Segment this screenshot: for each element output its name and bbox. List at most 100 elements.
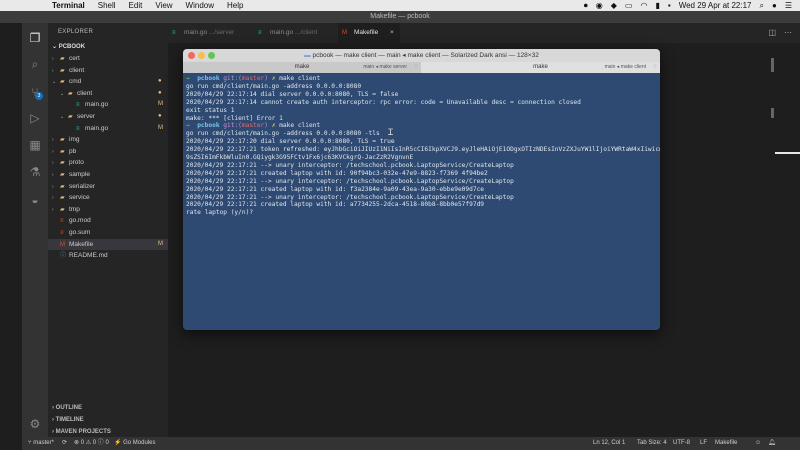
explorer-icon[interactable]: ❐ <box>26 29 44 47</box>
tree-item-main-go[interactable]: ≡ main.go M <box>48 123 168 134</box>
split-editor-icon[interactable]: ◫ <box>768 23 776 43</box>
prompt-branch: master <box>241 75 265 82</box>
tree-item-go-mod[interactable]: ≡ go.mod <box>48 215 168 226</box>
tree-item-client[interactable]: ⌄ ▰ client ● <box>48 88 168 99</box>
activity-spinner-icon: ◌ <box>414 64 418 70</box>
tree-item-proto[interactable]: › ▰ proto <box>48 157 168 168</box>
tree-item-client[interactable]: › ▰ client <box>48 65 168 76</box>
tree-item-label: server <box>77 113 96 120</box>
menu-shell[interactable]: Shell <box>98 1 116 10</box>
notifications-icon[interactable]: 🔔︎ <box>768 437 776 450</box>
tree-item-cmd[interactable]: ⌄ ▰ cmd ● <box>48 76 168 87</box>
file-encoding[interactable]: UTF-8 <box>673 437 690 450</box>
go-file-icon: ≡ <box>76 125 80 132</box>
git-status-mark: M <box>158 240 163 247</box>
close-icon[interactable]: × <box>390 29 394 36</box>
git-status-mark: M <box>158 101 163 108</box>
feedback-icon[interactable]: ☺ <box>755 437 761 450</box>
display-icon[interactable]: ▭ <box>625 1 633 10</box>
folder-icon: ▰ <box>60 195 65 202</box>
terminal-tab-client[interactable]: make main ◂ make client ◌ <box>421 62 660 73</box>
prompt-command: make client <box>279 75 321 82</box>
settings-gear-icon[interactable]: ⚙ <box>26 415 44 433</box>
go-modules-icon: ⚡ <box>114 440 124 446</box>
section-outline[interactable]: › OUTLINE <box>52 405 82 411</box>
go-file-icon: ≡ <box>76 102 80 109</box>
tab-server-main-go[interactable]: ≡ main.go .../server <box>168 23 254 43</box>
prompt-arrow-icon: → <box>186 75 198 82</box>
git-branch-status[interactable]: ⑂ master* <box>28 437 54 450</box>
tab-makefile[interactable]: M Makefile × <box>338 23 400 43</box>
language-mode[interactable]: Makefile <box>715 437 737 450</box>
go-modules-status[interactable]: ⚡ Go Modules <box>114 437 156 450</box>
section-maven[interactable]: › MAVEN PROJECTS <box>52 429 111 435</box>
tree-item-main-go[interactable]: ≡ main.go M <box>48 99 168 110</box>
app-icon[interactable]: ◉ <box>596 1 603 10</box>
tab-label: main.go <box>184 29 208 36</box>
cursor-position[interactable]: Ln 12, Col 1 <box>593 437 625 450</box>
tree-item-readme-md[interactable]: ⓘ README.md <box>48 250 168 261</box>
tree-item-serializer[interactable]: › ▰ serializer <box>48 181 168 192</box>
terminal-window[interactable]: ▬ pcbook — make client — main ◂ make cli… <box>183 49 660 330</box>
dropbox-icon[interactable]: ◆ <box>611 1 617 10</box>
menu-edit[interactable]: Edit <box>129 1 143 10</box>
menu-app-terminal[interactable]: Terminal <box>52 1 85 10</box>
error-count: 0 <box>80 440 85 446</box>
docker-icon[interactable]: ◒ <box>26 191 44 209</box>
section-timeline[interactable]: › TIMELINE <box>52 417 84 423</box>
menubar-datetime[interactable]: Wed 29 Apr at 22:17 <box>679 1 752 10</box>
run-debug-icon[interactable]: ▷ <box>26 109 44 127</box>
tree-item-label: Makefile <box>69 240 94 248</box>
more-actions-icon[interactable]: ⋯ <box>784 23 792 43</box>
tree-item-tmp[interactable]: › ▰ tmp <box>48 204 168 215</box>
spotlight-icon[interactable]: ⌕ <box>760 1 764 11</box>
tree-item-label: client <box>77 89 93 97</box>
tree-item-go-sum[interactable]: ≡ go.sum <box>48 227 168 238</box>
chevron-down-icon: ⌄ <box>60 114 65 120</box>
tree-item-cert[interactable]: › ▰ cert <box>48 53 168 64</box>
test-flask-icon[interactable]: ⚗ <box>26 163 44 181</box>
terminal-output[interactable]: → pcbook git:(master) ✗ make client go ru… <box>186 75 660 327</box>
tab-path: .../client <box>294 29 318 36</box>
editor-scrollbar-thumb[interactable] <box>771 58 774 72</box>
flag-icon[interactable]: ▪ <box>668 1 671 10</box>
wifi-icon[interactable]: ◠ <box>640 1 647 10</box>
tree-item-pb[interactable]: › ▰ pb <box>48 146 168 157</box>
record-icon[interactable]: ⏺ <box>584 1 588 11</box>
user-avatar-icon[interactable]: ● <box>772 1 777 10</box>
project-root[interactable]: ⌄ PCBOOK <box>52 43 85 50</box>
tree-item-sample[interactable]: › ▰ sample <box>48 169 168 180</box>
control-center-icon[interactable]: ☰ <box>785 1 792 10</box>
tree-item-makefile[interactable]: M Makefile M <box>48 238 168 250</box>
tab-size[interactable]: Tab Size: 4 <box>637 437 667 450</box>
tree-item-img[interactable]: › ▰ img <box>48 134 168 145</box>
menu-view[interactable]: View <box>155 1 172 10</box>
minimize-window-button[interactable] <box>198 52 205 59</box>
tree-item-server[interactable]: ⌄ ▰ server ● <box>48 111 168 122</box>
window-title: Makefile — pcbook <box>370 13 430 20</box>
tree-item-label: main.go <box>85 124 109 132</box>
line-ending[interactable]: LF <box>700 437 707 450</box>
folder-icon: ▰ <box>60 172 65 178</box>
zoom-window-button[interactable] <box>208 52 215 59</box>
terminal-tab-server[interactable]: make main ◂ make server ◌ <box>183 62 421 73</box>
terminal-output-line: 9sZSI6ImFkbWluIn0.GQiygk3G95FCtv1Fx6jc63… <box>186 154 414 161</box>
tree-item-label: cert <box>69 55 80 62</box>
tab-path: .../server <box>208 29 235 36</box>
extensions-icon[interactable]: ▦ <box>26 136 44 154</box>
menu-window[interactable]: Window <box>186 1 214 10</box>
terminal-output-line: 2020/04/29 22:17:21 created laptop with … <box>186 169 488 177</box>
terminal-titlebar[interactable]: ▬ pcbook — make client — main ◂ make cli… <box>183 49 660 62</box>
tree-item-label: img <box>69 136 80 144</box>
terminal-tab-sub: main ◂ make client <box>604 64 646 70</box>
prompt-dirty-icon: ✗ <box>268 75 280 82</box>
close-window-button[interactable] <box>188 52 195 59</box>
tree-item-service[interactable]: › ▰ service <box>48 192 168 203</box>
tab-client-main-go[interactable]: ≡ main.go .../client <box>254 23 338 43</box>
editor-tabs: ≡ main.go .../server ≡ main.go .../clien… <box>168 23 800 43</box>
sync-icon[interactable]: ⟳ <box>62 437 67 450</box>
search-icon[interactable]: ⌕ <box>26 55 44 73</box>
problems-status[interactable]: ⊗ 0 ⚠ 0 ⓘ 0 <box>74 437 109 450</box>
menu-help[interactable]: Help <box>227 1 243 10</box>
battery-icon[interactable]: ▮ <box>655 1 659 10</box>
